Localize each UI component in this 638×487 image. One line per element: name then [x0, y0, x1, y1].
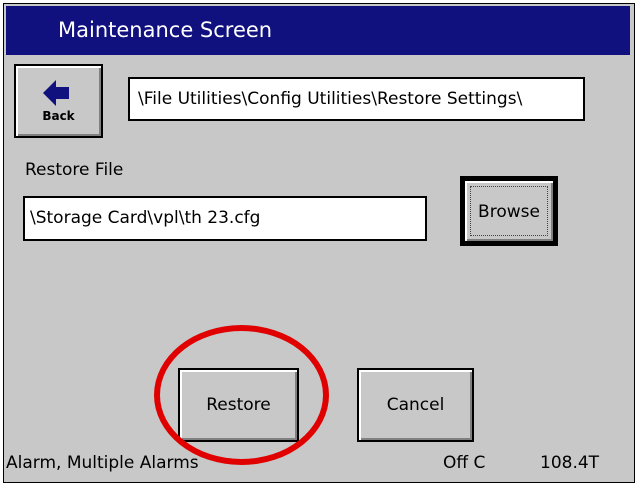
- window-title: Maintenance Screen: [6, 6, 630, 55]
- arrow-left-icon: [43, 80, 69, 106]
- back-button[interactable]: Back: [14, 64, 103, 138]
- restore-file-input[interactable]: \Storage Card\vpl\th 23.cfg: [23, 196, 427, 241]
- restore-button[interactable]: Restore: [178, 368, 299, 442]
- browse-button[interactable]: Browse: [460, 176, 558, 246]
- cancel-button[interactable]: Cancel: [357, 368, 474, 442]
- restore-file-label: Restore File: [25, 160, 124, 180]
- current-path-field: \File Utilities\Config Utilities\Restore…: [128, 77, 585, 121]
- browse-label: Browse: [478, 202, 540, 222]
- value-status: 108.4T: [540, 453, 600, 473]
- mode-status: Off C: [443, 453, 486, 473]
- status-bar: Alarm, Multiple Alarms Off C 108.4T: [6, 451, 630, 481]
- back-label: Back: [42, 109, 75, 123]
- alarm-status: Alarm, Multiple Alarms: [6, 453, 199, 473]
